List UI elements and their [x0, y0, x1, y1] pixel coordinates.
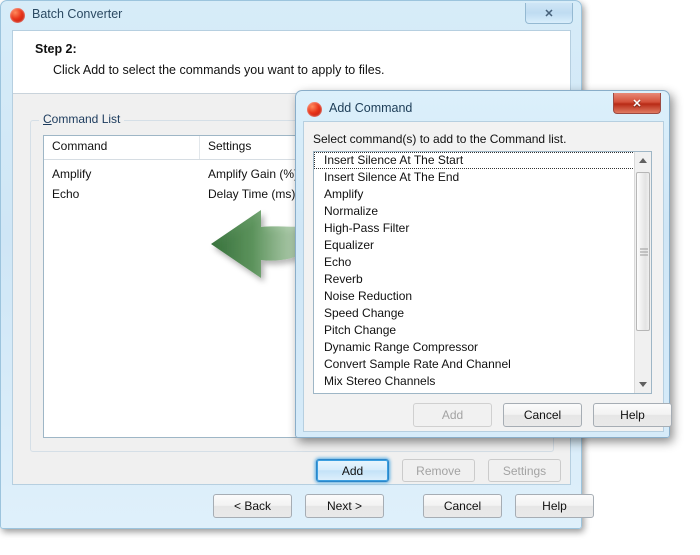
- list-item[interactable]: High-Pass Filter: [314, 220, 635, 237]
- listbox-scrollbar[interactable]: [634, 152, 651, 393]
- main-window-titlebar[interactable]: Batch Converter ✕: [1, 1, 581, 31]
- add-dialog-prompt: Select command(s) to add to the Command …: [313, 132, 567, 146]
- cancel-button[interactable]: Cancel: [423, 494, 502, 518]
- app-circle-icon: [10, 8, 25, 23]
- cell-command: Echo: [52, 187, 80, 201]
- main-window-title: Batch Converter: [32, 7, 123, 21]
- scroll-up-arrow-icon[interactable]: [635, 152, 651, 169]
- cell-command: Amplify: [52, 167, 92, 181]
- add-dialog-content: Select command(s) to add to the Command …: [303, 121, 672, 432]
- remove-command-button[interactable]: Remove: [402, 459, 475, 482]
- list-item[interactable]: Equalizer: [314, 237, 635, 254]
- scrollbar-thumb[interactable]: [636, 172, 650, 331]
- dialog-help-button[interactable]: Help: [593, 403, 672, 427]
- wizard-button-bar: < Back Next > Cancel Help: [213, 494, 594, 518]
- list-item[interactable]: Speed Change: [314, 305, 635, 322]
- back-button[interactable]: < Back: [213, 494, 292, 518]
- step-description: Click Add to select the commands you wan…: [53, 63, 385, 77]
- list-item[interactable]: Pitch Change: [314, 322, 635, 339]
- step-label: Step 2:: [35, 42, 77, 56]
- command-list-legend-accesskey: C: [43, 112, 52, 126]
- column-header-command[interactable]: Command: [44, 136, 200, 159]
- dialog-add-button[interactable]: Add: [413, 403, 492, 427]
- add-dialog-button-bar: Add Cancel Help: [413, 403, 672, 427]
- command-list-legend: Command List: [39, 112, 125, 126]
- dialog-cancel-button[interactable]: Cancel: [503, 403, 582, 427]
- list-item[interactable]: Insert Silence At The Start: [314, 152, 635, 169]
- scrollbar-grip-icon: [640, 248, 648, 255]
- scroll-down-arrow-icon[interactable]: [635, 376, 651, 393]
- add-dialog-title: Add Command: [329, 101, 413, 115]
- add-dialog-titlebar[interactable]: Add Command ✕: [296, 91, 669, 121]
- add-command-dialog: Add Command ✕ Select command(s) to add t…: [295, 90, 672, 438]
- list-item[interactable]: Dynamic Range Compressor: [314, 339, 635, 356]
- list-item[interactable]: Insert Silence At The End: [314, 169, 635, 186]
- list-item[interactable]: Mix Stereo Channels: [314, 373, 635, 390]
- next-button[interactable]: Next >: [305, 494, 384, 518]
- list-item[interactable]: Reverb: [314, 271, 635, 288]
- help-button[interactable]: Help: [515, 494, 594, 518]
- command-list-legend-rest: ommand List: [51, 112, 121, 126]
- close-icon[interactable]: ✕: [613, 93, 661, 114]
- list-item[interactable]: Echo: [314, 254, 635, 271]
- add-command-button[interactable]: Add: [316, 459, 389, 482]
- close-icon[interactable]: ✕: [525, 3, 573, 24]
- command-list-items: Insert Silence At The Start Insert Silen…: [314, 152, 635, 393]
- list-item[interactable]: Amplify: [314, 186, 635, 203]
- list-item[interactable]: Convert Sample Rate And Channel: [314, 356, 635, 373]
- command-actions: Add Remove Settings: [316, 459, 561, 482]
- list-item[interactable]: Noise Reduction: [314, 288, 635, 305]
- list-item[interactable]: Normalize: [314, 203, 635, 220]
- command-settings-button[interactable]: Settings: [488, 459, 561, 482]
- app-circle-icon: [307, 102, 322, 117]
- command-listbox[interactable]: Insert Silence At The Start Insert Silen…: [313, 151, 652, 394]
